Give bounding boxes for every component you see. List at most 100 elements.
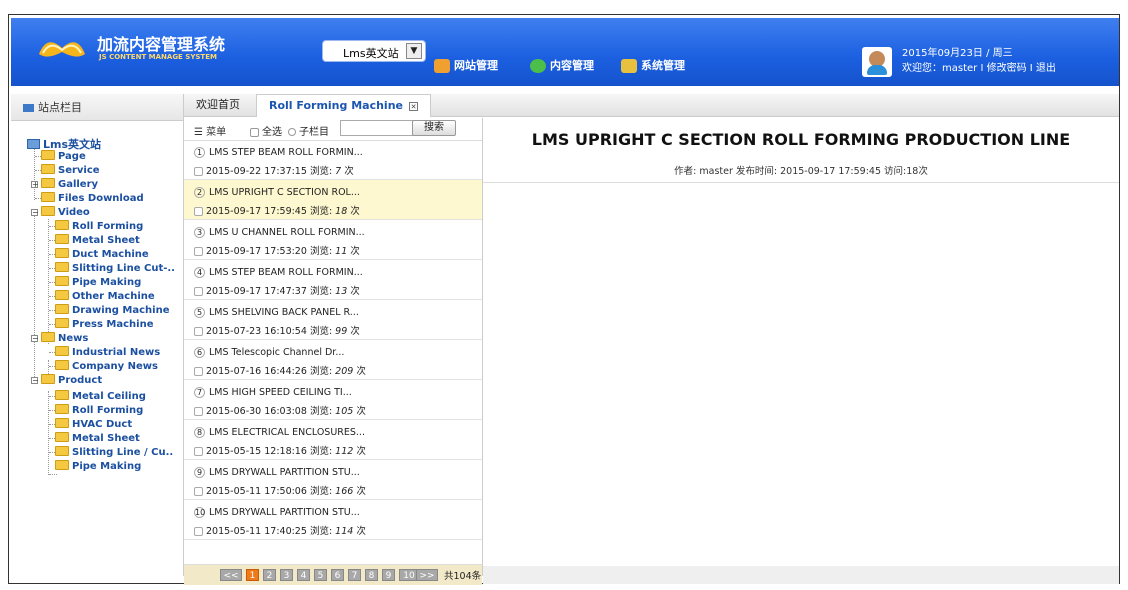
list-item[interactable]: 5 LMS SHELVING BACK PANEL R... 2015-07-23 … <box>184 300 482 340</box>
tree-node-product[interactable]: Product <box>41 374 102 388</box>
list-item-title[interactable]: 9 LMS DRYWALL PARTITION STU... <box>194 467 360 478</box>
tree-node-press-machine[interactable]: Press Machine <box>55 318 154 332</box>
list-item-title[interactable]: 3 LMS U CHANNEL ROLL FORMIN... <box>194 227 365 238</box>
list-item[interactable]: 8 LMS ELECTRICAL ENCLOSURES... 2015-05-15 … <box>184 420 482 460</box>
page-button-6[interactable]: 6 <box>331 569 344 581</box>
list-item-title[interactable]: 8 LMS ELECTRICAL ENCLOSURES... <box>194 427 365 438</box>
select-all-checkbox[interactable]: 全选 <box>250 123 282 138</box>
folder-icon <box>55 432 69 442</box>
tree-node-gallery[interactable]: Gallery <box>41 178 98 192</box>
collapse-icon[interactable]: − <box>31 209 39 217</box>
collapse-icon[interactable]: − <box>31 377 39 385</box>
folder-icon <box>55 304 69 314</box>
tree-node-hvac-duct[interactable]: HVAC Duct <box>55 418 132 432</box>
site-select[interactable]: Lms英文站 ▼ <box>322 40 426 62</box>
tree-node-page[interactable]: Page <box>41 150 86 164</box>
tab-roll-forming-machine[interactable]: Roll Forming Machine ✕ <box>256 94 431 117</box>
folder-icon <box>41 192 55 202</box>
sub-column-radio[interactable]: 子栏目 <box>288 123 329 138</box>
page-button-5[interactable]: 5 <box>314 569 327 581</box>
list-item-title[interactable]: 6 LMS Telescopic Channel Dr... <box>194 347 344 358</box>
folder-icon <box>55 262 69 272</box>
tree-node-product-pipe-making[interactable]: Pipe Making <box>55 460 141 474</box>
list-item[interactable]: 10 LMS DRYWALL PARTITION STU... 2015-05-11… <box>184 500 482 540</box>
user-links[interactable]: 欢迎您：master I 修改密码 I 退出 <box>902 61 1056 76</box>
page-button-4[interactable]: 4 <box>297 569 310 581</box>
list-item[interactable]: 3 LMS U CHANNEL ROLL FORMIN... 2015-09-17 … <box>184 220 482 260</box>
list-item-title[interactable]: 10 LMS DRYWALL PARTITION STU... <box>194 507 360 518</box>
list-item-title[interactable]: 5 LMS SHELVING BACK PANEL R... <box>194 307 359 318</box>
item-number: 1 <box>194 147 205 158</box>
list-item[interactable]: 2 LMS UPRIGHT C SECTION ROL... 2015-09-17 … <box>184 180 482 220</box>
item-number: 2 <box>194 187 205 198</box>
list-item-title[interactable]: 2 LMS UPRIGHT C SECTION ROL... <box>194 187 360 198</box>
item-checkbox[interactable] <box>194 247 203 256</box>
item-checkbox[interactable] <box>194 287 203 296</box>
nav-label: 内容管理 <box>550 59 594 72</box>
item-checkbox[interactable] <box>194 527 203 536</box>
list-item-title[interactable]: 7 LMS HIGH SPEED CEILING TI... <box>194 387 352 398</box>
tree-node-files-download[interactable]: Files Download <box>41 192 144 206</box>
tree-node-video-metal-sheet[interactable]: Metal Sheet <box>55 234 140 248</box>
monitor-icon <box>23 104 34 112</box>
list-item[interactable]: 4 LMS STEP BEAM ROLL FORMIN... 2015-09-17 … <box>184 260 482 300</box>
tree-node-product-metal-sheet[interactable]: Metal Sheet <box>55 432 140 446</box>
item-views-unit: 次 <box>356 366 366 377</box>
tree-node-video[interactable]: Video <box>41 206 90 220</box>
item-checkbox[interactable] <box>194 327 203 336</box>
list-item-title[interactable]: 4 LMS STEP BEAM ROLL FORMIN... <box>194 267 363 278</box>
tree-node-industrial-news[interactable]: Industrial News <box>55 346 160 360</box>
folder-icon <box>41 374 55 384</box>
page-button-3[interactable]: 3 <box>280 569 293 581</box>
tree-node-slitting-line-cut[interactable]: Slitting Line Cut-.. <box>55 262 175 276</box>
menu-button[interactable]: ☰ 菜单 <box>194 123 226 138</box>
search-button[interactable]: 搜索 <box>412 120 456 136</box>
tree-node-metal-ceiling[interactable]: Metal Ceiling <box>55 390 146 404</box>
nav-system-manage[interactable]: 系统管理 <box>621 57 685 73</box>
page-button-7[interactable]: 7 <box>348 569 361 581</box>
item-views: 166 <box>335 486 354 497</box>
tree-node-company-news[interactable]: Company News <box>55 360 158 374</box>
brand-subtitle: JS CONTENT MANAGE SYSTEM <box>99 53 217 61</box>
tree-node-video-pipe-making[interactable]: Pipe Making <box>55 276 141 290</box>
folder-icon <box>55 360 69 370</box>
close-icon[interactable]: ✕ <box>409 102 418 111</box>
next-page-button[interactable]: >> <box>416 569 438 581</box>
collapse-icon[interactable]: − <box>31 335 39 343</box>
chevron-down-icon[interactable]: ▼ <box>406 43 422 59</box>
page-button-2[interactable]: 2 <box>263 569 276 581</box>
nav-label: 网站管理 <box>454 59 498 72</box>
expand-icon[interactable]: + <box>31 181 39 189</box>
list-item[interactable]: 6 LMS Telescopic Channel Dr... 2015-07-16 … <box>184 340 482 380</box>
tree-node-news[interactable]: News <box>41 332 88 346</box>
list-item-meta: 2015-09-17 17:53:20 浏览: 11 次 <box>194 243 360 257</box>
tree-node-slitting-line[interactable]: Slitting Line / Cu.. <box>55 446 173 460</box>
tree-node-drawing-machine[interactable]: Drawing Machine <box>55 304 169 318</box>
list-item[interactable]: 1 LMS STEP BEAM ROLL FORMIN... 2015-09-22 … <box>184 140 482 180</box>
item-checkbox[interactable] <box>194 167 203 176</box>
tab-home[interactable]: 欢迎首页 <box>184 94 252 116</box>
item-checkbox[interactable] <box>194 487 203 496</box>
item-views: 114 <box>335 526 354 537</box>
page-button-9[interactable]: 9 <box>382 569 395 581</box>
tree-node-service[interactable]: Service <box>41 164 100 178</box>
list-item-title[interactable]: 1 LMS STEP BEAM ROLL FORMIN... <box>194 147 363 158</box>
item-checkbox[interactable] <box>194 407 203 416</box>
list-item[interactable]: 9 LMS DRYWALL PARTITION STU... 2015-05-11 … <box>184 460 482 500</box>
tree-node-video-roll-forming[interactable]: Roll Forming <box>55 220 143 234</box>
tree-node-product-roll-forming[interactable]: Roll Forming <box>55 404 143 418</box>
tree-node-other-machine[interactable]: Other Machine <box>55 290 155 304</box>
item-checkbox[interactable] <box>194 207 203 216</box>
prev-page-button[interactable]: << <box>220 569 242 581</box>
tree-node-duct-machine[interactable]: Duct Machine <box>55 248 149 262</box>
item-checkbox[interactable] <box>194 447 203 456</box>
nav-content-manage[interactable]: 内容管理 <box>530 57 594 73</box>
article-footer <box>483 566 1119 584</box>
list-item[interactable]: 7 LMS HIGH SPEED CEILING TI... 2015-06-30 … <box>184 380 482 420</box>
item-checkbox[interactable] <box>194 367 203 376</box>
item-date: 2015-06-30 16:03:08 <box>206 406 307 417</box>
page-button-8[interactable]: 8 <box>365 569 378 581</box>
page-button-1[interactable]: 1 <box>246 569 259 581</box>
total-count: 共104条 <box>444 571 482 582</box>
nav-site-manage[interactable]: 网站管理 <box>434 57 498 73</box>
